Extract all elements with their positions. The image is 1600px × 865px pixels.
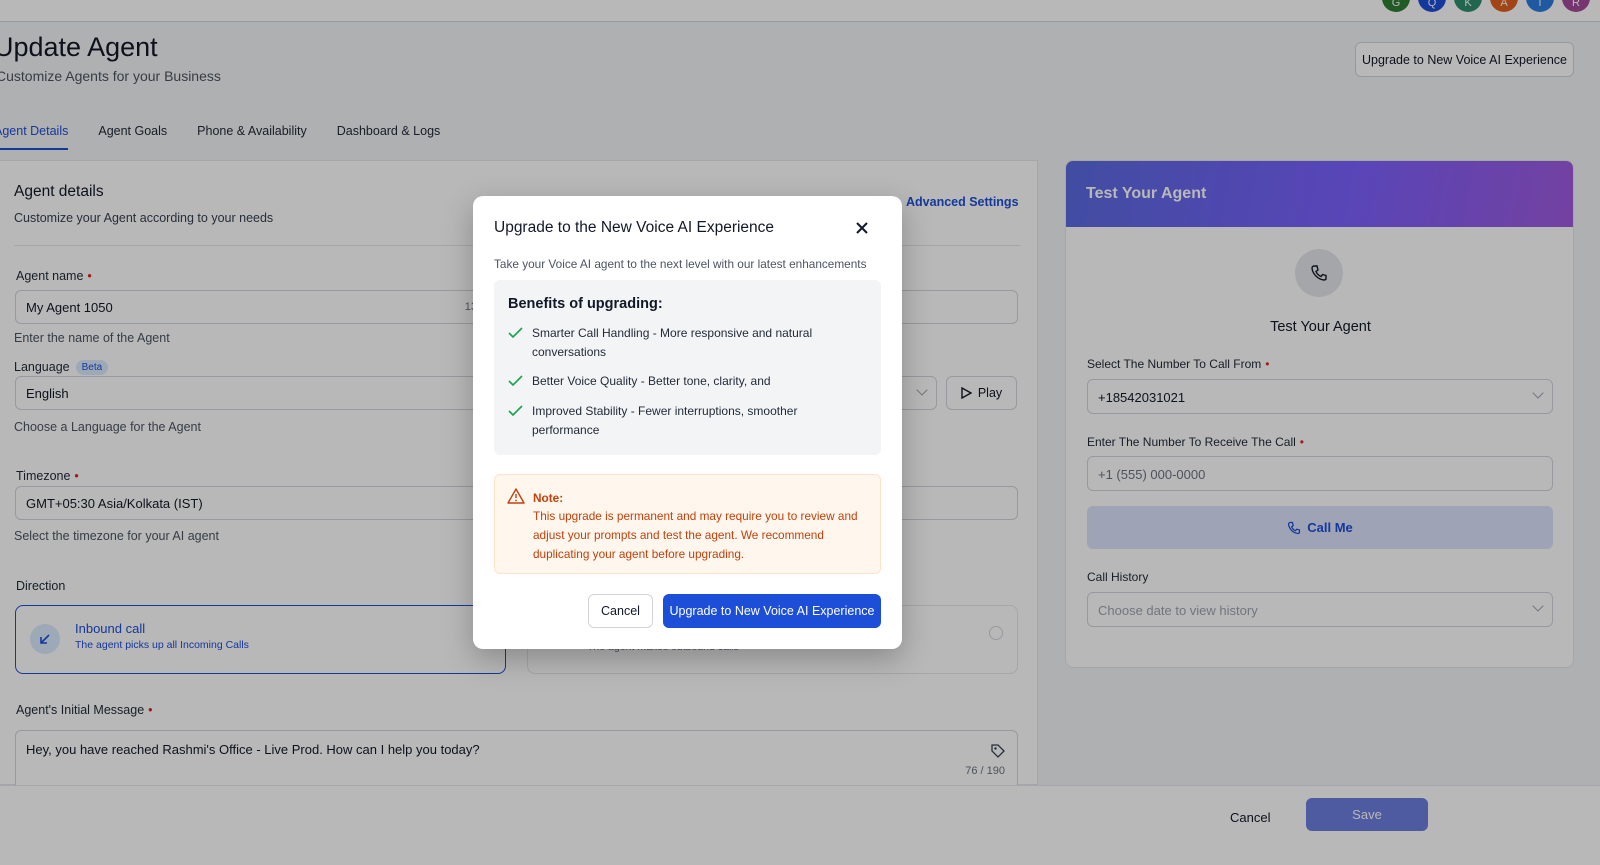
benefit-item: Smarter Call Handling - More responsive …	[508, 324, 868, 362]
check-icon	[508, 327, 523, 339]
warning-note: Note: This upgrade is permanent and may …	[494, 474, 881, 574]
modal-cancel-button[interactable]: Cancel	[588, 594, 653, 628]
modal-subtitle: Take your Voice AI agent to the next lev…	[494, 257, 867, 271]
benefit-item: Better Voice Quality - Better tone, clar…	[508, 372, 868, 391]
upgrade-modal: Upgrade to the New Voice AI Experience T…	[473, 196, 902, 649]
benefits-box: Benefits of upgrading: Smarter Call Hand…	[494, 280, 881, 455]
check-icon	[508, 405, 523, 417]
warning-icon	[507, 488, 525, 504]
benefits-title: Benefits of upgrading:	[508, 296, 663, 312]
modal-title: Upgrade to the New Voice AI Experience	[494, 219, 775, 236]
benefit-item: Improved Stability - Fewer interruptions…	[508, 402, 868, 440]
check-icon	[508, 375, 523, 387]
close-icon[interactable]	[854, 220, 870, 236]
note-title: Note:	[533, 491, 564, 505]
note-text: This upgrade is permanent and may requir…	[533, 509, 858, 561]
confirm-upgrade-button[interactable]: Upgrade to New Voice AI Experience	[663, 594, 881, 628]
